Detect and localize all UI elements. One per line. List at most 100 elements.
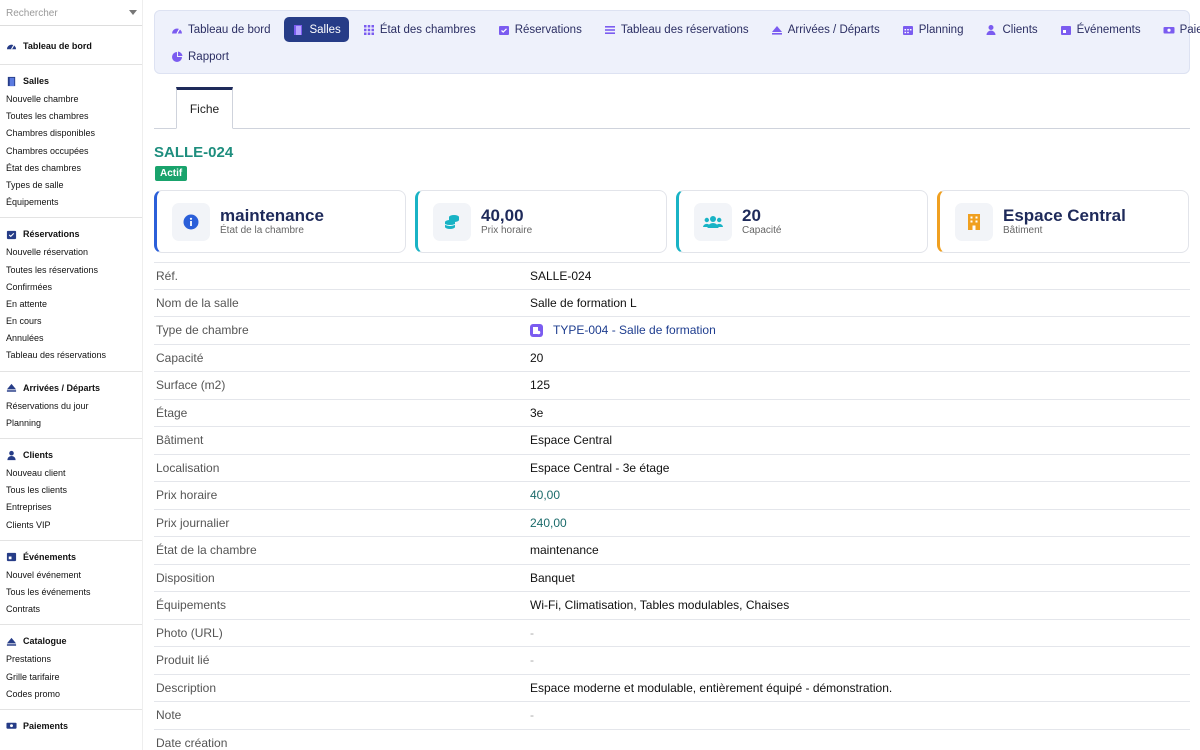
sidebar-head-clients[interactable]: Clients: [0, 445, 142, 465]
chevron-down-icon[interactable]: [129, 10, 137, 15]
sidebar-section-paiements: Paiements: [0, 710, 142, 742]
sidebar-item-annulees[interactable]: Annulées: [0, 330, 142, 347]
sidebar-item-chambres-occupees[interactable]: Chambres occupées: [0, 143, 142, 160]
sidebar-item-dashboard[interactable]: Tableau de bord: [0, 36, 142, 56]
sidebar-head-salles[interactable]: Salles: [0, 71, 142, 91]
list-icon: [604, 24, 616, 36]
search-input[interactable]: [0, 0, 142, 26]
field-label: Prix journalier: [156, 515, 230, 530]
record-tabs: Fiche: [154, 87, 1190, 129]
field-value: 125: [530, 378, 551, 393]
field-value: -: [530, 708, 534, 723]
table-row: Étage 3e: [154, 400, 1190, 427]
sidebar-item-chambres-disponibles[interactable]: Chambres disponibles: [0, 125, 142, 142]
field-value: Espace moderne et modulable, entièrement…: [530, 680, 893, 695]
sidebar-item-confirmees[interactable]: Confirmées: [0, 279, 142, 296]
sidebar-item-toutes-chambres[interactable]: Toutes les chambres: [0, 108, 142, 125]
sidebar-item-entreprises[interactable]: Entreprises: [0, 499, 142, 516]
dashboard-icon: [6, 41, 17, 52]
nav-label: Tableau des réservations: [620, 23, 749, 36]
card-prix-horaire: 40,00 Prix horaire: [415, 190, 667, 253]
sidebar-item-reservations-jour[interactable]: Réservations du jour: [0, 398, 142, 415]
pie-chart-icon: [171, 51, 183, 63]
sidebar-item-en-attente[interactable]: En attente: [0, 296, 142, 313]
sidebar-item-codes-promo[interactable]: Codes promo: [0, 686, 142, 703]
table-row: Équipements Wi-Fi, Climatisation, Tables …: [154, 592, 1190, 620]
sidebar-item-nouvelle-reservation[interactable]: Nouvelle réservation: [0, 244, 142, 261]
sidebar-item-equipements[interactable]: Équipements: [0, 194, 142, 211]
tab-rapport[interactable]: Rapport: [163, 44, 237, 69]
field-value: Salle de formation L: [530, 295, 637, 310]
nav-label: Réservations: [514, 23, 582, 36]
sidebar-item-grille-tarifaire[interactable]: Grille tarifaire: [0, 669, 142, 686]
nav-label: État des chambres: [379, 23, 476, 36]
tab-tableau-de-bord[interactable]: Tableau de bord: [163, 17, 278, 42]
sidebar-head-label: Clients: [23, 450, 54, 460]
sidebar-section-reservations: Réservations Nouvelle réservation Toutes…: [0, 218, 142, 372]
field-value: 3e: [530, 405, 544, 420]
table-row: Type de chambre TYPE-004 - Salle de form…: [154, 317, 1190, 345]
card-label: Prix horaire: [481, 225, 533, 236]
sidebar-item-toutes-reservations[interactable]: Toutes les réservations: [0, 262, 142, 279]
nav-label: Arrivées / Départs: [787, 23, 880, 36]
tab-tableau-reservations[interactable]: Tableau des réservations: [596, 17, 757, 42]
sidebar-item-contrats[interactable]: Contrats: [0, 601, 142, 618]
field-label: Description: [156, 680, 217, 695]
card-label: État de la chambre: [220, 225, 304, 236]
field-label: Note: [156, 708, 182, 723]
card-batiment: Espace Central Bâtiment: [937, 190, 1189, 253]
sidebar-head-paiements[interactable]: Paiements: [0, 716, 142, 736]
sidebar-item-types-salle[interactable]: Types de salle: [0, 177, 142, 194]
nav-label: Tableau de bord: [188, 23, 271, 36]
nav-label: Rapport: [188, 50, 229, 63]
tab-paiements[interactable]: Paiements: [1155, 17, 1200, 42]
card-label: Capacité: [742, 225, 782, 236]
sidebar-head-catalogue[interactable]: Catalogue: [0, 631, 142, 651]
sidebar-item-etat-chambres[interactable]: État des chambres: [0, 160, 142, 177]
table-row: Prix journalier 240,00: [154, 510, 1190, 537]
sidebar: Tableau de bord Salles Nouvelle chambre …: [0, 0, 143, 750]
calendar-check-icon: [6, 229, 17, 240]
sidebar-item-clients-vip[interactable]: Clients VIP: [0, 517, 142, 534]
nav-label: Événements: [1076, 23, 1141, 36]
sidebar-item-nouvel-evenement[interactable]: Nouvel événement: [0, 567, 142, 584]
sidebar-head-reservations[interactable]: Réservations: [0, 224, 142, 244]
field-value: Wi-Fi, Climatisation, Tables modulables,…: [530, 598, 790, 613]
field-label: Réf.: [156, 268, 179, 283]
sidebar-item-tableau-reservations[interactable]: Tableau des réservations: [0, 347, 142, 364]
table-row: Prix horaire 40,00: [154, 482, 1190, 510]
sidebar-item-nouveau-client[interactable]: Nouveau client: [0, 465, 142, 482]
sidebar-item-planning[interactable]: Planning: [0, 415, 142, 432]
sidebar-section-salles: Salles Nouvelle chambre Toutes les chamb…: [0, 65, 142, 219]
tab-salles[interactable]: Salles: [284, 17, 349, 42]
tab-etat-chambres[interactable]: État des chambres: [355, 17, 484, 42]
sidebar-item-en-cours[interactable]: En cours: [0, 313, 142, 330]
details-table: Réf. SALLE-024 Nom de la salle Salle de fo…: [154, 262, 1190, 750]
tab-reservations[interactable]: Réservations: [490, 17, 590, 42]
room-type-icon: [530, 323, 543, 337]
search-box[interactable]: [0, 0, 142, 26]
calendar-check-icon: [498, 24, 510, 36]
table-row: Produit lié -: [154, 647, 1190, 675]
tab-arrivees-departs[interactable]: Arrivées / Départs: [763, 17, 888, 42]
room-type-link[interactable]: TYPE-004 - Salle de formation: [530, 323, 716, 337]
sidebar-item-tous-clients[interactable]: Tous les clients: [0, 482, 142, 499]
tab-clients[interactable]: Clients: [977, 17, 1045, 42]
sidebar-head-evenements[interactable]: Événements: [0, 547, 142, 567]
field-label: État de la chambre: [156, 543, 257, 558]
sidebar-item-tous-evenements[interactable]: Tous les événements: [0, 584, 142, 601]
sidebar-section-arrivees: Arrivées / Départs Réservations du jour …: [0, 372, 142, 439]
field-value[interactable]: TYPE-004 - Salle de formation: [553, 323, 716, 337]
table-row: Date création: [154, 730, 1190, 750]
sidebar-head-arrivees[interactable]: Arrivées / Départs: [0, 378, 142, 398]
field-label: Nom de la salle: [156, 295, 239, 310]
card-value: maintenance: [220, 206, 324, 225]
page-title: SALLE-024: [154, 144, 234, 161]
sidebar-item-nouvelle-chambre[interactable]: Nouvelle chambre: [0, 91, 142, 108]
sidebar-item-prestations[interactable]: Prestations: [0, 651, 142, 668]
tab-evenements[interactable]: Événements: [1052, 17, 1149, 42]
tab-planning[interactable]: Planning: [894, 17, 972, 42]
tab-fiche[interactable]: Fiche: [176, 87, 233, 129]
field-label: Capacité: [156, 350, 204, 365]
table-row: Bâtiment Espace Central: [154, 427, 1190, 455]
